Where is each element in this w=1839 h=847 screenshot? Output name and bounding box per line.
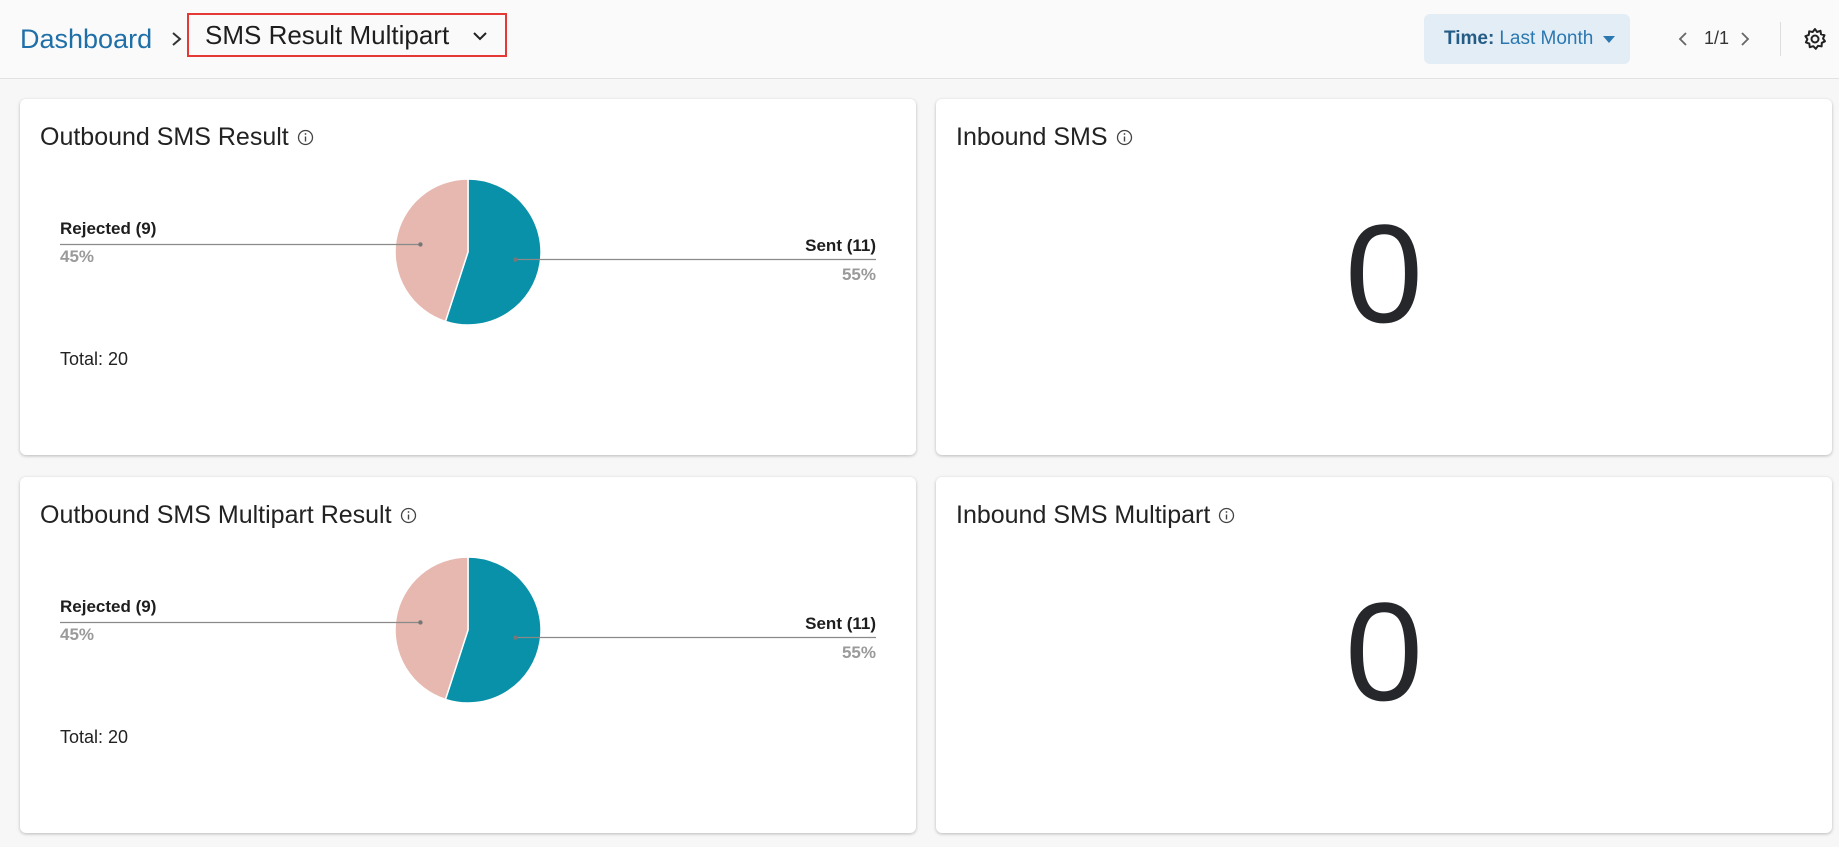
gear-icon[interactable]	[1802, 26, 1828, 52]
legend-label-rejected: Rejected (9)	[60, 219, 157, 238]
leader-dot-rejected	[418, 242, 423, 247]
outbound-sms-result-pie-chart	[60, 178, 876, 326]
chevron-right-icon[interactable]	[1738, 28, 1752, 50]
legend-label-rejected: Rejected (9)	[60, 597, 157, 616]
card-title: Inbound SMS	[956, 123, 1133, 152]
dashboard-selector[interactable]: SMS Result Multipart	[187, 13, 507, 57]
time-value: Last Month	[1499, 28, 1594, 49]
card-title: Inbound SMS Multipart	[956, 501, 1235, 530]
outbound-sms-multipart-result-card: Outbound SMS Multipart Result Rejected (…	[20, 477, 916, 833]
leader-dot-rejected	[418, 620, 423, 625]
top-bar: Dashboard SMS Result Multipart Time: Las…	[0, 0, 1839, 79]
caret-down-icon	[1603, 35, 1616, 43]
pager-indicator: 1/1	[1704, 28, 1730, 48]
leader-dot-sent	[513, 635, 518, 640]
inbound-sms-count: 0	[1345, 195, 1423, 352]
inbound-sms-card: Inbound SMS 0	[936, 99, 1832, 455]
total-count: Total: 20	[60, 349, 129, 369]
total-count: Total: 20	[60, 727, 129, 747]
time-range-button[interactable]: Time: Last Month	[1424, 14, 1630, 64]
chevron-right-icon	[172, 32, 182, 46]
outbound-sms-multipart-pie-chart	[60, 556, 876, 704]
legend-percent-sent: 55%	[841, 265, 876, 284]
card-title-text: Inbound SMS	[956, 123, 1108, 151]
dashboard-title: SMS Result Multipart	[205, 19, 450, 50]
legend-label-sent: Sent (11)	[805, 614, 876, 633]
legend-percent-sent: 55%	[841, 643, 876, 662]
time-label: Time:	[1444, 28, 1495, 49]
card-title-text: Inbound SMS Multipart	[956, 501, 1211, 529]
legend-percent-rejected: 45%	[60, 247, 95, 266]
chevron-down-icon	[473, 32, 487, 41]
inbound-sms-multipart-card: Inbound SMS Multipart 0	[936, 477, 1832, 833]
leader-dot-sent	[513, 257, 518, 262]
outbound-sms-result-card: Outbound SMS Result Rejected (9) 45% Sen…	[20, 99, 916, 455]
info-icon[interactable]	[1218, 507, 1235, 524]
chevron-left-icon[interactable]	[1676, 28, 1690, 50]
inbound-sms-multipart-count: 0	[1345, 573, 1423, 730]
legend-percent-rejected: 45%	[60, 625, 95, 644]
legend-label-sent: Sent (11)	[805, 236, 876, 255]
info-icon[interactable]	[1116, 129, 1133, 146]
breadcrumb-dashboard-link[interactable]: Dashboard	[20, 22, 152, 56]
divider	[1780, 22, 1781, 56]
